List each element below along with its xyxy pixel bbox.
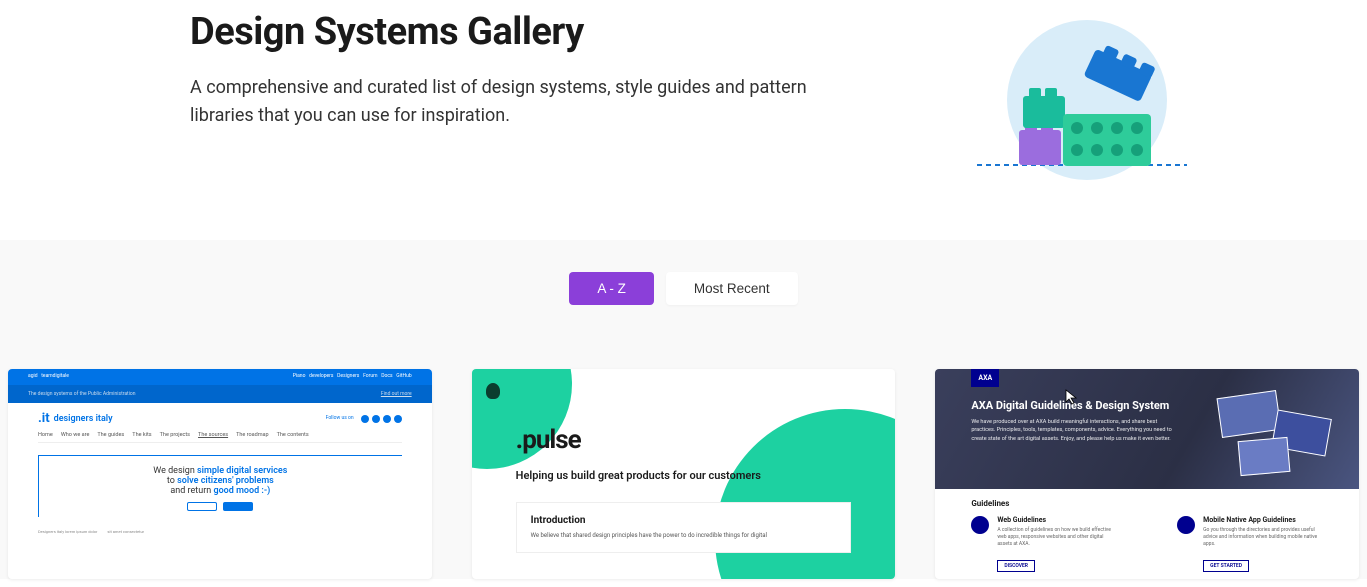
guideline-col: Web Guidelines A collection of guideline… [971,516,1117,572]
nav-item: Who we are [61,432,90,438]
nav-item: The contents [277,432,309,438]
section-title: Introduction [531,515,837,526]
section-text: We believe that shared design principles… [531,532,837,540]
hero-text: Design Systems Gallery A comprehensive a… [190,10,870,130]
card-subbar: The design systems of the Public Adminis… [8,385,432,403]
web-icon [971,516,989,534]
card-pulse[interactable]: .pulse Helping us build great products f… [472,369,896,579]
pulse-logo: .pulse [516,425,852,455]
card-body: .pulse Helping us build great products f… [472,369,896,553]
gallery-section: A - Z Most Recent agid teamdigitalePiano… [0,240,1367,579]
nav-item: The kits [132,432,151,438]
col-title: Web Guidelines [997,516,1117,524]
subtitle: Guidelines [971,499,1323,508]
col-title: Mobile Native App Guidelines [1203,516,1323,524]
hero-text: We design [153,466,197,476]
nav-item: The projects [160,432,190,438]
tab-az[interactable]: A - Z [569,272,654,305]
hero-text-bold: solve citizens' problems [177,476,274,486]
col-btn: GET STARTED [1203,560,1249,572]
nav-item: Home [38,432,53,438]
card-lower: Guidelines Web Guidelines A collection o… [935,489,1359,579]
hero-btn [223,502,253,511]
social-icon [372,415,380,423]
intro-panel: Introduction We believe that shared desi… [516,502,852,553]
hero-text-bold: good mood :-) [213,486,270,496]
axa-badge: AXA [971,369,999,387]
card-body: .it designers italy Follow us on Home Wh… [8,403,432,525]
nav-item: The roadmap [236,432,269,438]
col-desc: A collection of guidelines on how we bui… [997,527,1117,548]
hero-images [1199,389,1349,479]
card-logo-text: designers italy [54,414,113,424]
page-description: A comprehensive and curated list of desi… [190,74,870,130]
mobile-icon [1177,516,1195,534]
col-desc: Go you through the directories and provi… [1203,527,1323,548]
card-hero: We design simple digital services to sol… [38,455,402,517]
cursor-icon [1065,389,1079,405]
blocks-illustration [977,10,1187,190]
page-title: Design Systems Gallery [190,10,870,54]
social-icon [394,415,402,423]
card-logo-mark: .it [38,411,50,426]
cards-grid: agid teamdigitalePiano developers Design… [8,369,1359,579]
hero-section: Design Systems Gallery A comprehensive a… [0,0,1367,240]
hero-text-bold: simple digital services [197,466,287,476]
col-btn: DISCOVER [997,560,1035,572]
card-hero: AXA AXA Digital Guidelines & Design Syst… [935,369,1359,489]
nav-item: The sources [198,432,228,438]
card-axa[interactable]: AXA AXA Digital Guidelines & Design Syst… [935,369,1359,579]
card-designers-italy[interactable]: agid teamdigitalePiano developers Design… [8,369,432,579]
nav-item: The guides [97,432,124,438]
card-nav: Home Who we are The guides The kits The … [38,432,402,443]
guideline-col: Mobile Native App Guidelines Go you thro… [1177,516,1323,572]
tab-most-recent[interactable]: Most Recent [666,272,798,305]
social-icon [383,415,391,423]
card-footer: Designers italy lorem ipsum dolorsit ame… [8,525,432,538]
hero-text: to [167,476,177,486]
hero-btn [187,502,217,511]
sort-tabs: A - Z Most Recent [8,272,1359,305]
social-icons: Follow us on [326,415,402,423]
social-icon [361,415,369,423]
card-topbar: agid teamdigitalePiano developers Design… [8,369,432,385]
pulse-tagline: Helping us build great products for our … [516,469,852,482]
hero-text: and return [170,486,213,496]
axa-desc: We have produced over at AXA build meani… [971,418,1181,443]
